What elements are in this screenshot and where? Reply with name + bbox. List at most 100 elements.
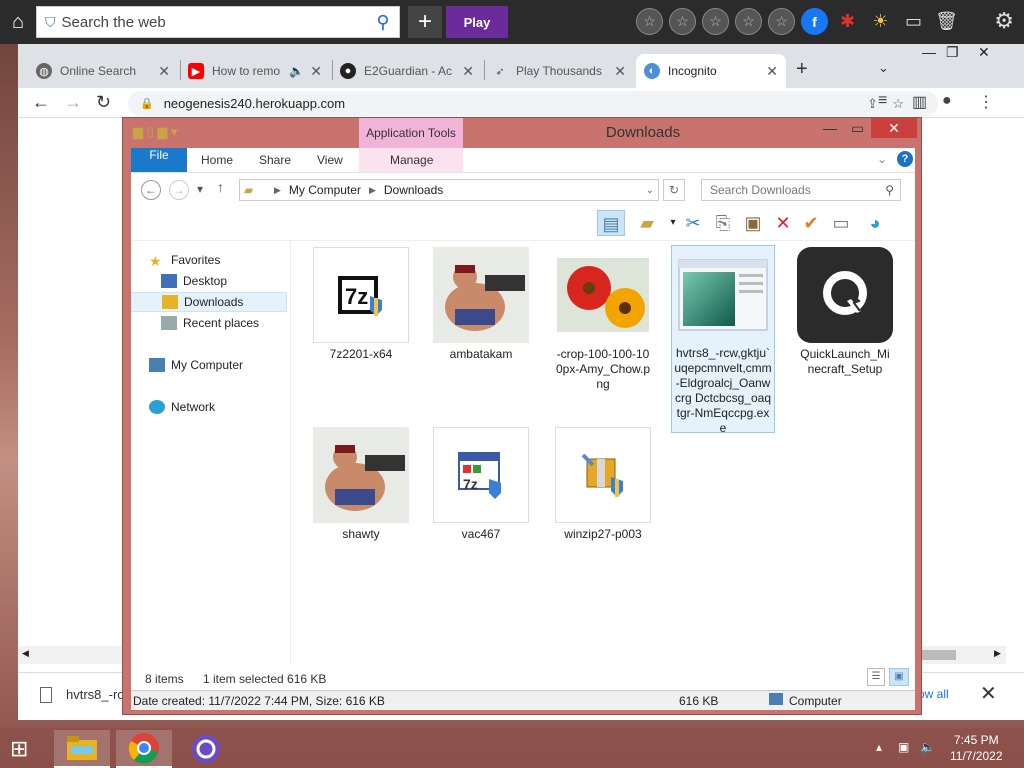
tab-share[interactable]: Share <box>259 148 291 172</box>
close-icon[interactable]: ✕ <box>158 63 170 80</box>
recent-locations-chevron-icon[interactable]: ▾ <box>197 182 203 196</box>
chrome-taskbar-icon[interactable] <box>116 730 172 768</box>
address-bar[interactable]: 🔒 neogenesis240.herokuapp.com ⇪ ☆ <box>128 91 938 116</box>
close-icon[interactable]: ✕ <box>310 63 322 80</box>
search-icon[interactable]: ⚲ <box>367 12 399 33</box>
checkmark-icon[interactable]: ✔ <box>797 210 825 236</box>
bookmark-star-icon[interactable]: ☆ <box>892 96 904 112</box>
details-view-icon[interactable]: ☰ <box>867 668 885 686</box>
select-folder-icon[interactable]: ▰ <box>633 210 661 236</box>
nav-favorites[interactable]: ★ Favorites <box>149 253 220 269</box>
delete-icon[interactable]: ✕ <box>769 210 797 236</box>
web-search-box[interactable]: ⛉ Search the web ⚲ <box>36 6 400 38</box>
close-icon[interactable]: ✕ <box>462 63 474 80</box>
speaker-icon[interactable]: 🔈 <box>289 64 304 78</box>
file-item[interactable]: -crop-100-100-100px-Amy_Chow.png <box>553 247 653 392</box>
trash-icon[interactable]: 🗑 <box>933 8 960 35</box>
show-all-link[interactable]: ow all <box>918 687 949 701</box>
tab-e2guardian[interactable]: ● E2Guardian - Ac ✕ <box>332 54 482 88</box>
chevron-down-icon[interactable]: ⌄ <box>878 60 889 76</box>
home-icon[interactable]: ⌂ <box>0 0 36 44</box>
window-close-button[interactable]: ✕ <box>871 118 917 138</box>
forward-arrow-icon[interactable]: → <box>169 180 189 200</box>
play-button[interactable]: Play <box>446 6 508 38</box>
star-icon[interactable]: ☆ <box>735 8 762 35</box>
bug-icon[interactable]: ✱ <box>834 8 861 35</box>
help-icon[interactable]: ? <box>897 151 913 167</box>
folder-icon[interactable]: ▭ <box>900 8 927 35</box>
windows-start-icon[interactable]: ⊞ <box>10 736 28 762</box>
side-panel-icon[interactable]: ▥ <box>912 92 927 112</box>
tab-manage[interactable]: Manage <box>390 148 433 172</box>
new-tab-button[interactable]: + <box>796 58 808 81</box>
weather-icon[interactable]: ☀ <box>867 8 894 35</box>
refresh-icon[interactable]: ↻ <box>663 179 685 201</box>
back-arrow-icon[interactable]: ← <box>32 92 50 113</box>
close-icon[interactable]: ✕ <box>766 63 778 80</box>
nav-downloads[interactable]: Downloads <box>131 292 287 312</box>
profile-icon[interactable]: ● <box>942 92 952 110</box>
rename-icon[interactable]: ▭ <box>827 210 855 236</box>
cut-icon[interactable]: ✂ <box>679 210 707 236</box>
file-item[interactable]: shawty <box>311 427 411 542</box>
search-input[interactable]: Search the web <box>62 14 368 31</box>
nav-recent-places[interactable]: Recent places <box>161 316 259 330</box>
tab-home[interactable]: Home <box>201 148 233 172</box>
search-downloads-input[interactable]: Search Downloads ⚲ <box>701 179 901 201</box>
file-item[interactable]: winzip27-p003 <box>553 427 653 542</box>
minimize-button[interactable]: — <box>922 44 936 66</box>
minimize-button[interactable]: — <box>823 120 837 136</box>
tab-file[interactable]: File <box>131 148 187 172</box>
menu-kebab-icon[interactable]: ⋮ <box>978 92 994 112</box>
tab-online-search[interactable]: ◍ Online Search ✕ <box>28 54 178 88</box>
tab-incognito[interactable]: ◐ Incognito ✕ <box>636 54 786 88</box>
file-explorer-taskbar-icon[interactable] <box>54 730 110 768</box>
breadcrumb-downloads[interactable]: Downloads <box>384 183 443 197</box>
app-taskbar-icon[interactable] <box>178 730 234 768</box>
reload-icon[interactable]: ↻ <box>96 92 111 113</box>
tab-view[interactable]: View <box>317 148 343 172</box>
large-icons-view-icon[interactable]: ▣ <box>889 668 909 686</box>
gear-icon[interactable]: ⚙ <box>994 8 1014 34</box>
explorer-address-bar[interactable]: ▰ ▶ My Computer ▶ Downloads ⌄ <box>239 179 659 201</box>
up-arrow-icon[interactable]: ↑ <box>217 179 224 195</box>
star-icon[interactable]: ☆ <box>702 8 729 35</box>
nav-network[interactable]: Network <box>149 400 215 414</box>
clock[interactable]: 7:45 PM 11/7/2022 <box>950 732 1003 764</box>
folder-icon: ▰ <box>244 183 254 197</box>
file-item[interactable]: 7z vac467 <box>431 427 531 542</box>
chevron-down-icon[interactable]: ⌄ <box>877 152 887 166</box>
maximize-button[interactable]: ▭ <box>851 120 864 137</box>
chevron-down-icon[interactable]: ⌄ <box>646 185 654 196</box>
star-icon[interactable]: ☆ <box>768 8 795 35</box>
add-button[interactable]: + <box>408 6 442 38</box>
facebook-icon[interactable]: f <box>801 8 828 35</box>
download-item-name[interactable]: hvtrs8_-rc <box>66 687 124 702</box>
tab-youtube[interactable]: ▶ How to remo 🔈 ✕ <box>180 54 330 88</box>
volume-icon[interactable]: 🔈 <box>920 740 935 754</box>
star-icon[interactable]: ☆ <box>636 8 663 35</box>
tab-play-thousands[interactable]: ➶ Play Thousands ✕ <box>484 54 634 88</box>
window-close-button[interactable]: ✕ <box>978 44 990 66</box>
reading-list-icon[interactable]: ≡ <box>878 92 887 110</box>
copy-icon[interactable]: ⎘ <box>709 210 737 236</box>
share-icon[interactable]: ⇪ <box>867 96 878 112</box>
paste-icon[interactable]: ▣ <box>739 210 767 236</box>
close-icon[interactable]: ✕ <box>614 63 626 80</box>
preview-pane-icon[interactable]: ▤ <box>597 210 625 236</box>
globe-icon[interactable]: ◕ <box>861 210 889 236</box>
star-icon[interactable]: ☆ <box>669 8 696 35</box>
back-arrow-icon[interactable]: ← <box>141 180 161 200</box>
file-item[interactable]: ambatakam <box>431 247 531 362</box>
file-item[interactable]: 7z 7z2201-x64 <box>311 247 411 362</box>
close-icon[interactable]: ✕ <box>980 681 997 706</box>
nav-my-computer[interactable]: My Computer <box>149 358 243 372</box>
network-tray-icon[interactable]: ▣ <box>898 740 909 754</box>
maximize-button[interactable]: ❐ <box>946 44 959 66</box>
forward-arrow-icon[interactable]: → <box>64 92 82 113</box>
nav-desktop[interactable]: Desktop <box>161 274 227 288</box>
breadcrumb-my-computer[interactable]: My Computer <box>289 183 361 197</box>
chevron-up-icon[interactable]: ▴ <box>876 740 882 754</box>
file-item-selected[interactable]: hvtrs8_-rcw,gktju`uqepcmnvelt,cmm-Eldgro… <box>671 245 775 435</box>
file-item[interactable]: QuickLaunch_Minecraft_Setup <box>795 247 895 377</box>
